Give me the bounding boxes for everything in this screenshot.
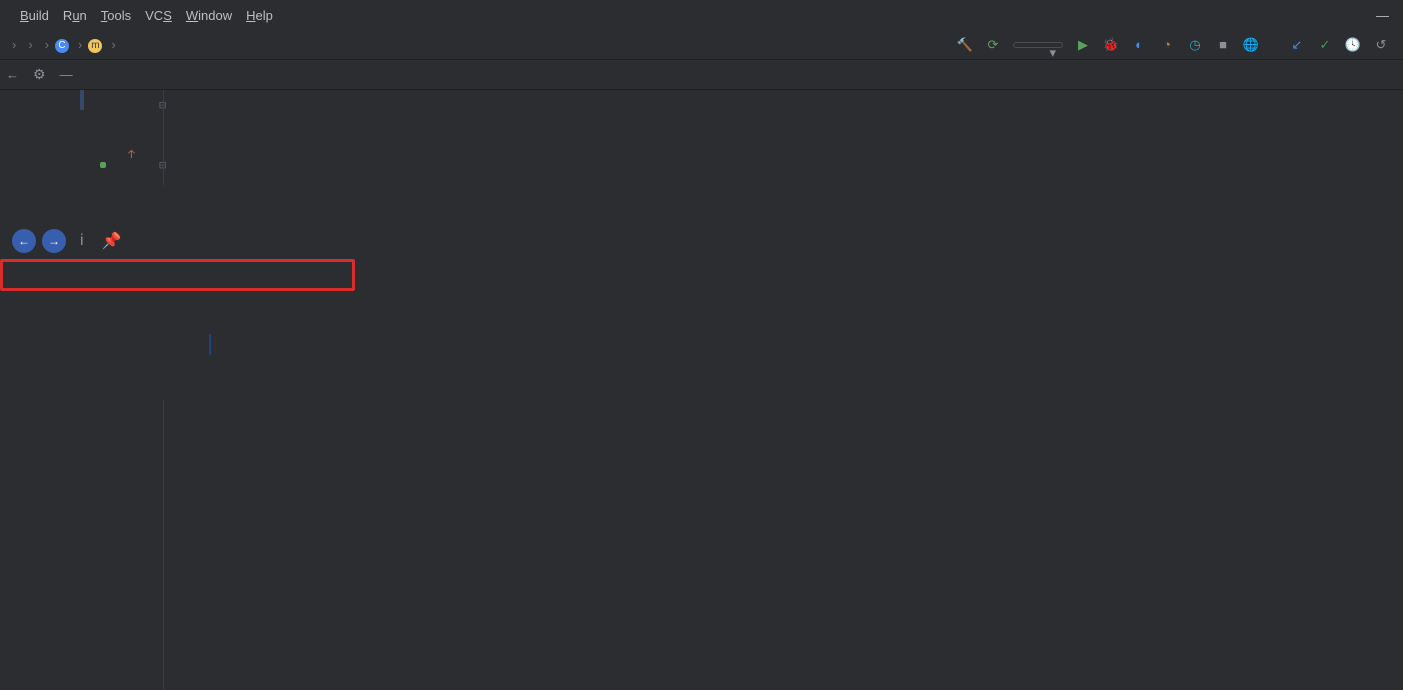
editor-top[interactable]: ↑ ⊟ ⊟ [0,90,1403,185]
git-revert-icon[interactable]: ↺ [1373,37,1389,53]
search-hint [3,266,352,270]
build-icon[interactable]: 🔨 [957,37,973,53]
method-icon: m [88,39,102,53]
gear-icon[interactable]: ⚙ [33,66,46,83]
menu-run[interactable]: Run [63,8,87,23]
usages-preview [365,259,1403,265]
toolbar: 🔨 ⟳ ▶ 🐞 ◐ ◔ ◷ ■ 🌐 ↙ ✓ 🕓 ↺ [957,37,1397,53]
stop-icon[interactable]: ■ [1215,37,1231,53]
back-icon[interactable]: ← [6,67,19,82]
class-icon: C [55,39,69,53]
run-config-select[interactable] [1013,42,1063,48]
nav-bar: › › › C› m› 🔨 ⟳ ▶ 🐞 ◐ ◔ ◷ ■ 🌐 ↙ ✓ 🕓 ↺ [0,30,1403,60]
gutter-mark-icon [100,162,106,168]
menu-build[interactable]: Build [20,8,49,23]
sub-toolbar: ← ⚙ — [0,60,1403,90]
collapse-icon[interactable]: — [60,67,73,82]
menu-window[interactable]: Window [186,8,232,23]
run-target-icon[interactable]: ⟳ [985,37,1001,53]
next-usage-button[interactable]: → [42,229,66,253]
prev-usage-button[interactable]: ← [12,229,36,253]
run-icon[interactable]: ▶ [1075,37,1091,53]
menu-bar: Build Run Tools VCS Window Help — [0,0,1403,30]
menu-tools[interactable]: Tools [101,8,131,23]
usages-popup: ← → i 📌 [0,225,1403,291]
window-minimize-icon[interactable]: — [1368,8,1397,23]
line-number: ↑ [0,150,119,180]
line-number [0,120,119,150]
info-icon[interactable]: i [80,232,84,250]
crumb-4[interactable]: m [88,36,105,53]
usages-file-list [0,259,355,291]
fold-icon[interactable]: ⊟ [135,90,175,120]
line-number [0,90,119,120]
gutter-override-icon: ↑ [128,140,135,170]
git-history-icon[interactable]: 🕓 [1345,37,1361,53]
editor-bottom[interactable] [0,400,1403,690]
profile-icon[interactable]: ◔ [1159,37,1175,53]
menu-vcs[interactable]: VCS [145,8,172,23]
git-commit-icon[interactable]: ✓ [1317,37,1333,53]
method-name[interactable] [209,334,211,355]
menu-help[interactable]: Help [246,8,273,23]
debug-icon[interactable]: 🐞 [1103,37,1119,53]
crumb-3[interactable]: C [55,36,72,53]
fold-icon[interactable]: ⊟ [135,150,175,180]
breadcrumb: › › › C› m› [6,36,116,53]
gauge-icon[interactable]: ◷ [1187,37,1203,53]
git-update-icon[interactable]: ↙ [1289,37,1305,53]
pin-icon[interactable]: 📌 [102,231,122,251]
globe-icon[interactable]: 🌐 [1243,37,1259,53]
coverage-icon[interactable]: ◐ [1131,37,1147,53]
